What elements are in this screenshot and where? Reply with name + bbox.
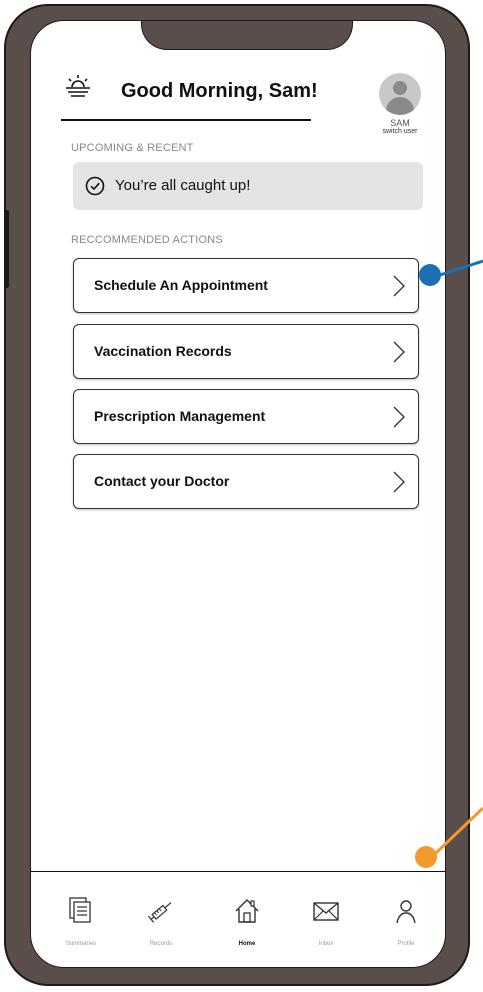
annotation-marker-orange xyxy=(415,846,437,868)
annotation-marker-blue xyxy=(419,264,441,286)
annotation-lines xyxy=(434,259,483,855)
